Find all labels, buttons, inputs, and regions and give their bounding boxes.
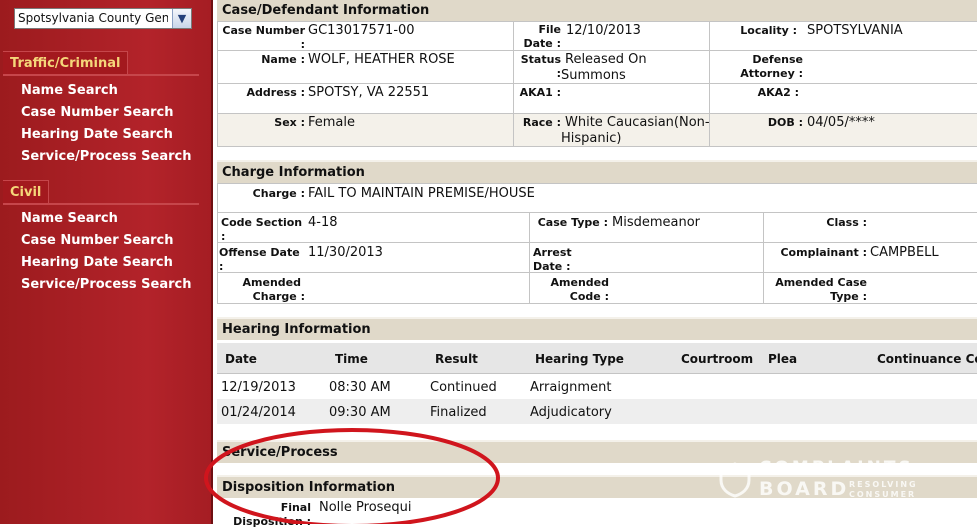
status-value-2: Summons xyxy=(561,68,626,83)
rule xyxy=(217,21,977,22)
col-header-date: Date xyxy=(225,352,257,366)
rule xyxy=(217,373,977,374)
final-disposition-label-2: Disposition : xyxy=(233,515,311,528)
locality-value: SPOTSYLVANIA xyxy=(807,23,903,38)
rule xyxy=(217,212,977,213)
dob-value: 04/05/**** xyxy=(807,115,875,130)
charge-label: Charge : xyxy=(252,187,305,200)
traffic-name-search-link[interactable]: Name Search xyxy=(21,83,118,98)
aka1-label: AKA1 : xyxy=(519,86,561,99)
dob-label: DOB : xyxy=(767,116,803,129)
aka2-label: AKA2 : xyxy=(757,86,799,99)
case-type-label: Case Type : xyxy=(537,216,608,229)
status-label: Status : xyxy=(520,53,561,80)
hearing-information-header: Hearing Information xyxy=(217,317,977,340)
divider xyxy=(3,74,199,76)
sex-label: Sex : xyxy=(274,116,305,129)
court-select-value: Spotsylvania County Gen xyxy=(18,11,168,25)
section-tab-civil[interactable]: Civil xyxy=(3,180,50,204)
watermark-line2: BOARD xyxy=(759,478,850,500)
hearing-type-cell: Adjudicatory xyxy=(530,405,612,420)
file-date-label-2: Date : xyxy=(523,37,561,50)
rule xyxy=(217,242,977,243)
complainant-label: Complainant : xyxy=(780,246,867,259)
case-number-value: GC13017571-00 xyxy=(308,23,415,38)
watermark-line1: COMPLAINTS xyxy=(759,458,914,478)
charge-value: FAIL TO MAINTAIN PREMISE/HOUSE xyxy=(308,186,535,201)
col-header-courtroom: Courtroom xyxy=(681,352,754,366)
rule xyxy=(529,212,530,303)
hearing-time-cell: 08:30 AM xyxy=(329,380,391,395)
address-label: Address : xyxy=(246,86,305,99)
rule xyxy=(763,212,764,303)
defendant-name-value: WOLF, HEATHER ROSE xyxy=(308,52,455,67)
watermark-tagline-1: RESOLVING xyxy=(849,480,918,489)
amended-charge-label: Amended xyxy=(242,276,301,289)
offense-date-value: 11/30/2013 xyxy=(308,245,383,260)
file-date-label: File xyxy=(538,23,561,36)
traffic-service-process-search-link[interactable]: Service/Process Search xyxy=(21,149,192,164)
col-header-plea: Plea xyxy=(768,352,798,366)
rule xyxy=(217,183,218,303)
hearing-type-cell: Arraignment xyxy=(530,380,612,395)
rule xyxy=(217,50,977,51)
status-value: Released On xyxy=(565,52,647,67)
hearing-result-cell: Finalized xyxy=(430,405,487,420)
code-section-value: 4-18 xyxy=(308,215,338,230)
amended-code-label-2: Code : xyxy=(569,290,609,303)
amended-code-label: Amended xyxy=(550,276,609,289)
col-header-continuance-code: Continuance Co xyxy=(877,352,977,366)
col-header-hearing-type: Hearing Type xyxy=(535,352,624,366)
complainant-value: CAMPBELL xyxy=(870,245,939,260)
final-disposition-label: Final xyxy=(280,501,311,514)
divider xyxy=(3,203,199,205)
watermark-tagline-2: CONSUMER xyxy=(849,490,917,499)
col-header-time: Time xyxy=(335,352,368,366)
rule xyxy=(217,183,977,184)
section-tab-traffic-criminal[interactable]: Traffic/Criminal xyxy=(3,51,129,75)
amended-case-type-label-2: Type : xyxy=(830,290,867,303)
charge-information-header: Charge Information xyxy=(217,160,977,183)
address-value: SPOTSY, VA 22551 xyxy=(308,85,430,100)
main-content: Case/Defendant Information Case Number :… xyxy=(217,0,977,528)
hearing-date-cell: 12/19/2013 xyxy=(221,380,296,395)
traffic-hearing-date-search-link[interactable]: Hearing Date Search xyxy=(21,127,173,142)
amended-case-type-label: Amended Case xyxy=(775,276,867,289)
defense-attorney-label-2: Attorney : xyxy=(740,67,803,80)
shield-icon xyxy=(719,462,751,498)
civil-hearing-date-search-link[interactable]: Hearing Date Search xyxy=(21,255,173,270)
chevron-down-icon[interactable]: ▼ xyxy=(172,9,191,28)
hearing-time-cell: 09:30 AM xyxy=(329,405,391,420)
offense-date-label: Offense Date : xyxy=(219,246,300,273)
amended-charge-label-2: Charge : xyxy=(252,290,305,303)
traffic-case-number-search-link[interactable]: Case Number Search xyxy=(21,105,173,120)
case-defendant-header: Case/Defendant Information xyxy=(217,0,977,21)
rule xyxy=(217,113,977,114)
civil-case-number-search-link[interactable]: Case Number Search xyxy=(21,233,173,248)
col-header-result: Result xyxy=(435,352,478,366)
code-section-label: Code Section : xyxy=(221,216,303,243)
civil-service-process-search-link[interactable]: Service/Process Search xyxy=(21,277,192,292)
hearing-date-cell: 01/24/2014 xyxy=(221,405,296,420)
hearing-result-cell: Continued xyxy=(430,380,497,395)
rule xyxy=(217,21,218,146)
race-value: White Caucasian(Non- xyxy=(565,115,710,130)
final-disposition-value: Nolle Prosequi xyxy=(319,500,412,515)
name-label: Name : xyxy=(261,53,305,66)
court-select[interactable]: Spotsylvania County Gen ▼ xyxy=(14,8,192,29)
civil-name-search-link[interactable]: Name Search xyxy=(21,211,118,226)
defense-attorney-label: Defense xyxy=(752,53,803,66)
class-label: Class : xyxy=(826,216,867,229)
race-value-2: Hispanic) xyxy=(561,131,622,146)
file-date-value: 12/10/2013 xyxy=(566,23,641,38)
race-label: Race : xyxy=(522,116,561,129)
case-number-label: Case Number : xyxy=(222,24,305,51)
sex-value: Female xyxy=(308,115,356,130)
locality-label: Locality : xyxy=(740,24,797,37)
sidebar: Spotsylvania County Gen ▼ Traffic/Crimin… xyxy=(0,0,213,524)
case-type-value: Misdemeanor xyxy=(612,215,701,230)
arrest-date-label: Arrest Date : xyxy=(533,246,572,273)
